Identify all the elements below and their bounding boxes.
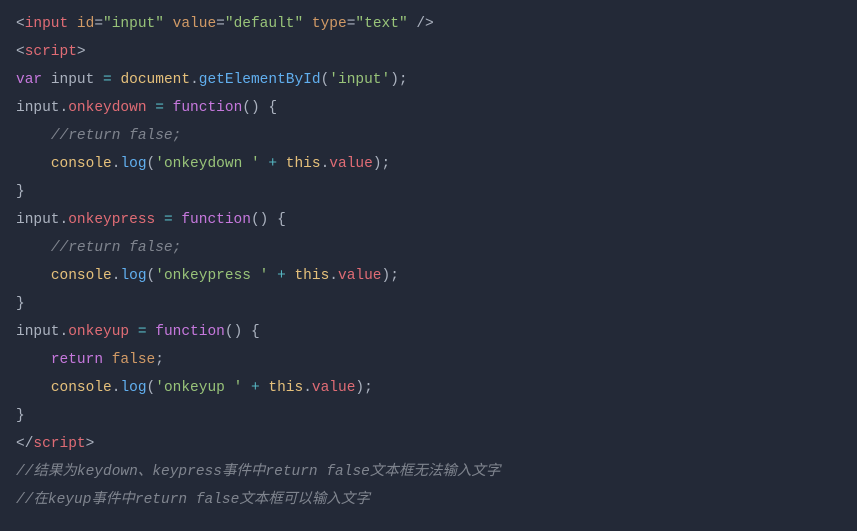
code-line: return false; xyxy=(16,352,164,368)
code-line: <script> xyxy=(16,44,86,60)
code-line: } xyxy=(16,408,25,424)
code-line: input.onkeydown = function() { xyxy=(16,100,277,116)
code-block: <input id="input" value="default" type="… xyxy=(16,10,841,514)
code-line: var input = document.getElementById('inp… xyxy=(16,72,408,88)
code-line: input.onkeyup = function() { xyxy=(16,324,260,340)
code-line: //return false; xyxy=(16,128,181,144)
code-line: input.onkeypress = function() { xyxy=(16,212,286,228)
code-line: } xyxy=(16,296,25,312)
code-line: //return false; xyxy=(16,240,181,256)
code-line: //结果为keydown、keypress事件中return false文本框无… xyxy=(16,464,500,480)
code-line: console.log('onkeyup ' + this.value); xyxy=(16,380,373,396)
code-line: </script> xyxy=(16,436,94,452)
code-line: console.log('onkeydown ' + this.value); xyxy=(16,156,390,172)
code-line: <input id="input" value="default" type="… xyxy=(16,16,434,32)
code-line: //在keyup事件中return false文本框可以输入文字 xyxy=(16,492,370,508)
code-line: } xyxy=(16,184,25,200)
code-line: console.log('onkeypress ' + this.value); xyxy=(16,268,399,284)
